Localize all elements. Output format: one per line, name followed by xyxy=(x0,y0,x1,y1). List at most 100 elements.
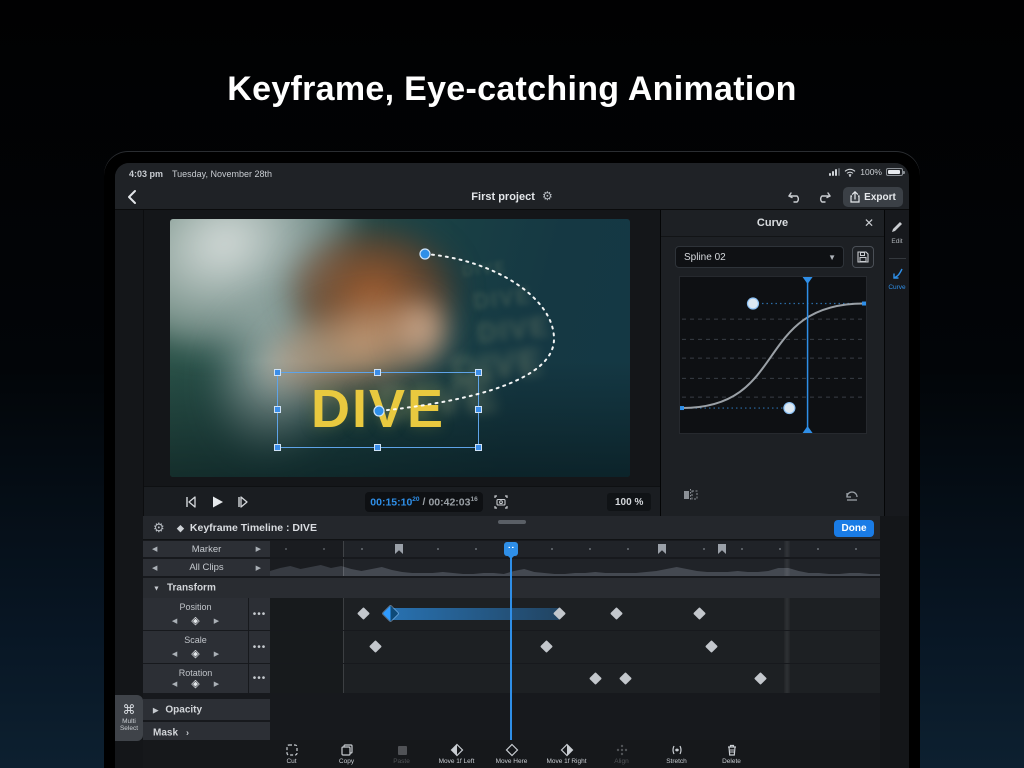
selection-handle[interactable] xyxy=(274,406,281,413)
selection-handle[interactable] xyxy=(274,444,281,451)
export-button[interactable]: Export xyxy=(843,187,903,207)
keyframe-diamond[interactable] xyxy=(693,607,706,620)
reset-curve-icon[interactable] xyxy=(844,488,860,502)
snapshot-button[interactable] xyxy=(493,494,509,510)
rotation-more-button[interactable]: ••• xyxy=(249,664,270,693)
curve-control-point[interactable] xyxy=(784,403,795,414)
next-clip-arrow[interactable]: ▶ xyxy=(256,564,261,572)
zoom-level[interactable]: 100 % xyxy=(607,493,651,511)
timeline-drag-handle[interactable] xyxy=(498,520,526,524)
clip-end-edge xyxy=(784,598,790,630)
keyframe-diamond[interactable] xyxy=(369,640,382,653)
add-marker-button[interactable]: + xyxy=(504,542,518,556)
play-button[interactable] xyxy=(208,493,226,511)
ruler-dot xyxy=(817,548,819,550)
position-track[interactable] xyxy=(270,598,880,630)
timeline-settings-gear-icon[interactable]: ⚙ xyxy=(153,520,165,536)
selection-handle[interactable] xyxy=(374,369,381,376)
clip-start-edge xyxy=(343,631,344,663)
curve-control-point[interactable] xyxy=(747,298,758,309)
selection-handle[interactable] xyxy=(374,444,381,451)
scale-more-button[interactable]: ••• xyxy=(249,631,270,663)
next-keyframe-arrow[interactable]: ▶ xyxy=(214,650,219,658)
pencil-icon xyxy=(890,220,904,234)
scale-label: Scale xyxy=(143,635,248,645)
selection-handle[interactable] xyxy=(475,369,482,376)
keyframe-diamond[interactable] xyxy=(619,672,632,685)
keyframe-diamond[interactable] xyxy=(754,672,767,685)
project-settings-gear-icon[interactable]: ⚙ xyxy=(542,189,553,203)
toolbar-paste-button: Paste xyxy=(379,743,425,765)
ruler-dot xyxy=(551,548,553,550)
selection-handle[interactable] xyxy=(475,444,482,451)
redo-button[interactable] xyxy=(815,189,833,205)
playback-bar: 00:15:1020 / 00:42:0316 100 % ⚙ xyxy=(144,486,661,516)
position-more-button[interactable]: ••• xyxy=(249,598,270,630)
ruler-dot xyxy=(627,548,629,550)
title-selection-box[interactable]: DIVE xyxy=(277,372,479,448)
keyframe-diamond[interactable] xyxy=(540,640,553,653)
expand-triangle-icon: ▶ xyxy=(153,707,158,714)
ruler-dot xyxy=(741,548,743,550)
close-icon[interactable]: ✕ xyxy=(864,216,874,230)
prev-keyframe-arrow[interactable]: ◀ xyxy=(172,617,177,625)
add-keyframe-diamond-button[interactable]: ◈ xyxy=(191,649,199,659)
app-screen: 4:03 pm Tuesday, November 28th 100% Firs… xyxy=(115,163,909,768)
opacity-row[interactable]: ▶Opacity xyxy=(143,699,880,721)
marker-track[interactable]: + xyxy=(270,541,880,557)
done-button[interactable]: Done xyxy=(834,520,874,537)
chevron-right-icon: › xyxy=(186,727,189,737)
keyframe-timeline: ⚙ ◆Keyframe Timeline : DIVE Done ◀ Marke… xyxy=(143,516,880,768)
kf-here-icon xyxy=(505,743,519,757)
keyframe-diamond[interactable] xyxy=(705,640,718,653)
toolbar-cut-button[interactable]: Cut xyxy=(269,743,315,765)
next-keyframe-arrow[interactable]: ▶ xyxy=(214,617,219,625)
rotation-track[interactable] xyxy=(270,664,880,693)
prev-keyframe-arrow[interactable]: ◀ xyxy=(172,650,177,658)
timecode-display: 00:15:1020 / 00:42:0316 xyxy=(365,492,483,512)
save-preset-button[interactable] xyxy=(852,246,874,268)
step-forward-button[interactable] xyxy=(234,493,252,511)
video-preview[interactable]: DIVEDIVEDIVEDIVEDIVE DIVE xyxy=(170,219,630,477)
keyframe-diamond[interactable] xyxy=(357,607,370,620)
marker-bookmark-icon[interactable] xyxy=(718,544,726,554)
toolbar-move-1f-right-button[interactable]: Move 1f Right xyxy=(544,743,590,765)
keyframe-diamond[interactable] xyxy=(589,672,602,685)
scale-track[interactable] xyxy=(270,631,880,663)
stretch-icon xyxy=(670,743,684,757)
multi-select-button[interactable]: ⌘ Multi Select xyxy=(115,695,143,741)
keyframe-diamond[interactable] xyxy=(610,607,623,620)
flip-curve-icon[interactable] xyxy=(683,488,699,502)
spline-preset-dropdown[interactable]: Spline 02 xyxy=(675,246,844,268)
marker-bookmark-icon[interactable] xyxy=(395,544,403,554)
clip-end-edge xyxy=(784,559,790,576)
toolbar-delete-button[interactable]: Delete xyxy=(709,743,755,765)
rotation-row: Rotation ◀ ◈ ▶ ••• xyxy=(143,664,880,694)
selection-handle[interactable] xyxy=(475,406,482,413)
top-bar: 4:03 pm Tuesday, November 28th 100% Firs… xyxy=(115,163,909,210)
tab-curve[interactable]: Curve xyxy=(885,266,909,291)
toolbar-move-here-button[interactable]: Move Here xyxy=(489,743,535,765)
ruler-dot xyxy=(703,548,705,550)
transform-section-row[interactable]: ▼Transform xyxy=(143,578,880,598)
undo-button[interactable] xyxy=(786,189,804,205)
toolbar-copy-button[interactable]: Copy xyxy=(324,743,370,765)
add-keyframe-diamond-button[interactable]: ◈ xyxy=(191,679,199,689)
marker-bookmark-icon[interactable] xyxy=(658,544,666,554)
next-marker-arrow[interactable]: ▶ xyxy=(256,545,261,553)
toolbar-move-1f-left-button[interactable]: Move 1f Left xyxy=(434,743,480,765)
step-back-button[interactable] xyxy=(182,493,200,511)
clip-end-edge xyxy=(784,631,790,663)
curve-graph[interactable] xyxy=(679,276,867,434)
tab-edit[interactable]: Edit xyxy=(885,220,909,245)
keyframe-span-bar[interactable] xyxy=(391,608,560,620)
dive-title-text[interactable]: DIVE xyxy=(311,378,445,440)
next-keyframe-arrow[interactable]: ▶ xyxy=(214,680,219,688)
add-keyframe-diamond-button[interactable]: ◈ xyxy=(191,616,199,626)
selection-handle[interactable] xyxy=(274,369,281,376)
battery-icon xyxy=(886,168,903,176)
toolbar-stretch-button[interactable]: Stretch xyxy=(654,743,700,765)
clip-end-edge xyxy=(784,541,790,557)
prev-keyframe-arrow[interactable]: ◀ xyxy=(172,680,177,688)
all-clips-track[interactable] xyxy=(270,559,880,576)
